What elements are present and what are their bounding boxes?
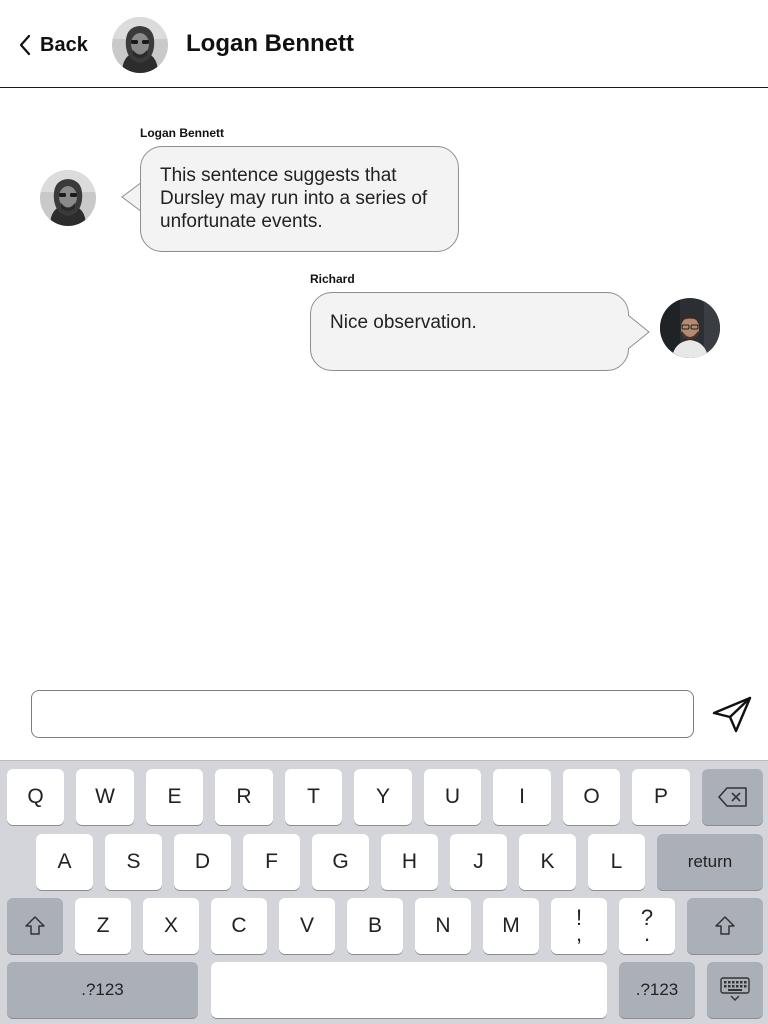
key-question-period[interactable]: ? . bbox=[619, 898, 675, 954]
avatar-photo-logan bbox=[40, 170, 96, 226]
message-sender: Richard bbox=[310, 272, 355, 286]
key-p[interactable]: P bbox=[632, 769, 690, 825]
key-secondary-char: , bbox=[575, 921, 583, 946]
numbers-key-right[interactable]: .?123 bbox=[619, 962, 695, 1018]
contact-avatar[interactable] bbox=[112, 17, 168, 73]
key-d[interactable]: D bbox=[174, 834, 231, 890]
chevron-left-icon bbox=[19, 34, 31, 56]
key-k[interactable]: K bbox=[519, 834, 576, 890]
key-g[interactable]: G bbox=[312, 834, 369, 890]
key-w[interactable]: W bbox=[76, 769, 134, 825]
back-label: Back bbox=[40, 33, 88, 56]
key-secondary-char: . bbox=[643, 921, 651, 946]
message-bubble[interactable]: This sentence suggests that Dursley may … bbox=[140, 146, 459, 252]
numbers-key-left[interactable]: .?123 bbox=[7, 962, 198, 1018]
key-r[interactable]: R bbox=[215, 769, 273, 825]
key-l[interactable]: L bbox=[588, 834, 645, 890]
key-q[interactable]: Q bbox=[7, 769, 64, 825]
shift-key-left[interactable] bbox=[7, 898, 63, 954]
shift-key-right[interactable] bbox=[687, 898, 763, 954]
send-button[interactable] bbox=[708, 690, 756, 738]
keyboard-hide-icon bbox=[720, 977, 750, 1001]
avatar-photo-logan bbox=[112, 17, 168, 73]
key-m[interactable]: M bbox=[483, 898, 539, 954]
key-t[interactable]: T bbox=[285, 769, 342, 825]
space-key[interactable] bbox=[211, 962, 607, 1018]
key-n[interactable]: N bbox=[415, 898, 471, 954]
message-sender: Logan Bennett bbox=[140, 126, 224, 140]
back-button[interactable]: Back bbox=[18, 30, 88, 60]
key-h[interactable]: H bbox=[381, 834, 438, 890]
key-x[interactable]: X bbox=[143, 898, 199, 954]
on-screen-keyboard: Q W E R T Y U I O P A S D F G H J K L re… bbox=[0, 760, 768, 1024]
key-y[interactable]: Y bbox=[354, 769, 412, 825]
shift-icon bbox=[715, 916, 735, 935]
key-v[interactable]: V bbox=[279, 898, 335, 954]
key-f[interactable]: F bbox=[243, 834, 300, 890]
key-z[interactable]: Z bbox=[75, 898, 131, 954]
return-key[interactable]: return bbox=[657, 834, 763, 890]
message-input[interactable] bbox=[31, 690, 694, 738]
key-i[interactable]: I bbox=[493, 769, 551, 825]
avatar-photo-richard bbox=[660, 298, 720, 358]
key-u[interactable]: U bbox=[424, 769, 481, 825]
key-c[interactable]: C bbox=[211, 898, 267, 954]
message-text: This sentence suggests that Dursley may … bbox=[160, 165, 428, 232]
key-o[interactable]: O bbox=[563, 769, 620, 825]
bubble-tail bbox=[628, 315, 650, 349]
key-j[interactable]: J bbox=[450, 834, 507, 890]
avatar[interactable] bbox=[40, 170, 96, 226]
shift-icon bbox=[25, 916, 45, 935]
key-b[interactable]: B bbox=[347, 898, 403, 954]
backspace-key[interactable] bbox=[702, 769, 763, 825]
message-bubble[interactable]: Nice observation. bbox=[310, 292, 629, 371]
key-a[interactable]: A bbox=[36, 834, 93, 890]
contact-name: Logan Bennett bbox=[186, 30, 354, 57]
hide-keyboard-key[interactable] bbox=[707, 962, 763, 1018]
key-exclamation-comma[interactable]: ! , bbox=[551, 898, 607, 954]
avatar[interactable] bbox=[660, 298, 720, 358]
message-text: Nice observation. bbox=[330, 312, 477, 333]
key-s[interactable]: S bbox=[105, 834, 162, 890]
key-e[interactable]: E bbox=[146, 769, 203, 825]
backspace-icon bbox=[717, 787, 747, 807]
paper-plane-icon bbox=[712, 696, 752, 733]
chat-header: Back Logan Bennett bbox=[0, 0, 768, 88]
